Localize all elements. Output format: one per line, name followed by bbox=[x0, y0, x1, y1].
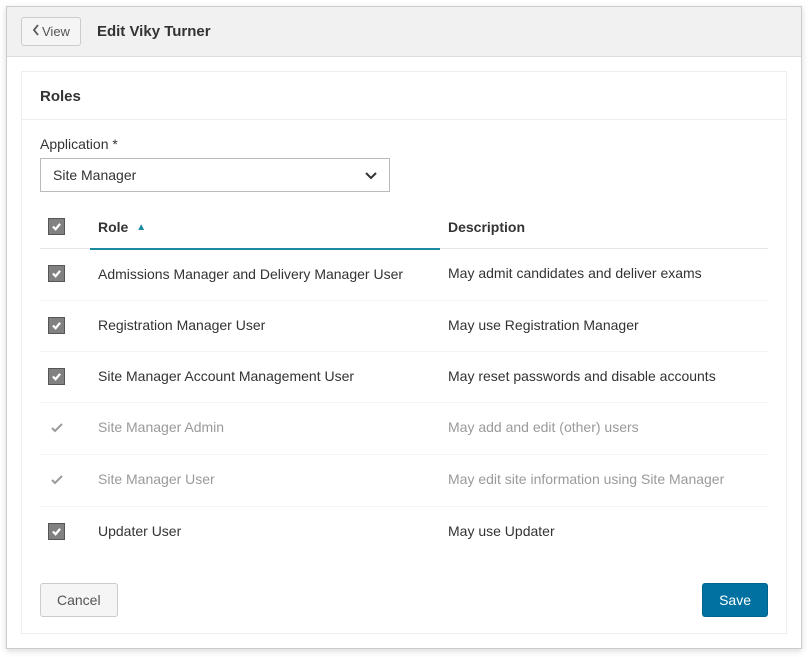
select-all-checkbox[interactable] bbox=[48, 218, 65, 235]
role-description: May add and edit (other) users bbox=[448, 419, 639, 435]
role-checkbox[interactable] bbox=[48, 523, 65, 540]
description-header-label: Description bbox=[448, 219, 525, 235]
role-name: Updater User bbox=[98, 523, 181, 539]
role-checkbox[interactable] bbox=[48, 317, 65, 334]
window: View Edit Viky Turner Roles Application … bbox=[6, 6, 802, 649]
role-name: Site Manager User bbox=[98, 471, 215, 487]
table-row: Registration Manager User May use Registr… bbox=[40, 300, 768, 351]
page-title: Edit Viky Turner bbox=[97, 23, 211, 40]
panel-footer: Cancel Save bbox=[22, 567, 786, 633]
table-row: Admissions Manager and Delivery Manager … bbox=[40, 249, 768, 301]
role-description: May reset passwords and disable accounts bbox=[448, 368, 716, 384]
cancel-button[interactable]: Cancel bbox=[40, 583, 118, 617]
chevron-left-icon bbox=[32, 24, 40, 39]
table-header-row: Role ▲ Description bbox=[40, 206, 768, 249]
application-select[interactable]: Site Manager bbox=[40, 158, 390, 192]
roles-table: Role ▲ Description Admissions Manager an… bbox=[40, 206, 768, 557]
role-description: May admit candidates and deliver exams bbox=[448, 265, 702, 281]
inherited-check-icon bbox=[48, 471, 65, 488]
role-name: Admissions Manager and Delivery Manager … bbox=[98, 266, 403, 282]
role-checkbox[interactable] bbox=[48, 368, 65, 385]
application-select-value: Site Manager bbox=[53, 167, 136, 183]
application-label: Application * bbox=[40, 136, 768, 152]
inherited-check-icon bbox=[48, 419, 65, 436]
save-button[interactable]: Save bbox=[702, 583, 768, 617]
table-row: Site Manager User May edit site informati… bbox=[40, 454, 768, 506]
view-button-label: View bbox=[42, 24, 70, 39]
role-description: May use Registration Manager bbox=[448, 317, 639, 333]
sort-asc-icon: ▲ bbox=[136, 222, 146, 233]
role-header-label: Role bbox=[98, 219, 128, 235]
role-name: Registration Manager User bbox=[98, 317, 265, 333]
table-row: Site Manager Admin May add and edit (othe… bbox=[40, 402, 768, 454]
roles-panel: Roles Application * Site Manager bbox=[21, 71, 787, 634]
role-checkbox[interactable] bbox=[48, 265, 65, 282]
table-row: Site Manager Account Management User May … bbox=[40, 351, 768, 402]
description-column-header[interactable]: Description bbox=[440, 206, 768, 249]
table-row: Updater User May use Updater bbox=[40, 506, 768, 557]
view-button[interactable]: View bbox=[21, 17, 81, 46]
role-column-header[interactable]: Role ▲ bbox=[90, 206, 440, 249]
role-name: Site Manager Admin bbox=[98, 419, 224, 435]
header-bar: View Edit Viky Turner bbox=[7, 7, 801, 57]
panel-body: Application * Site Manager bbox=[22, 120, 786, 557]
role-name: Site Manager Account Management User bbox=[98, 368, 354, 384]
panel-wrapper: Roles Application * Site Manager bbox=[7, 57, 801, 648]
chevron-down-icon bbox=[365, 167, 377, 183]
role-description: May use Updater bbox=[448, 523, 555, 539]
role-description: May edit site information using Site Man… bbox=[448, 471, 724, 487]
panel-title: Roles bbox=[22, 72, 786, 120]
